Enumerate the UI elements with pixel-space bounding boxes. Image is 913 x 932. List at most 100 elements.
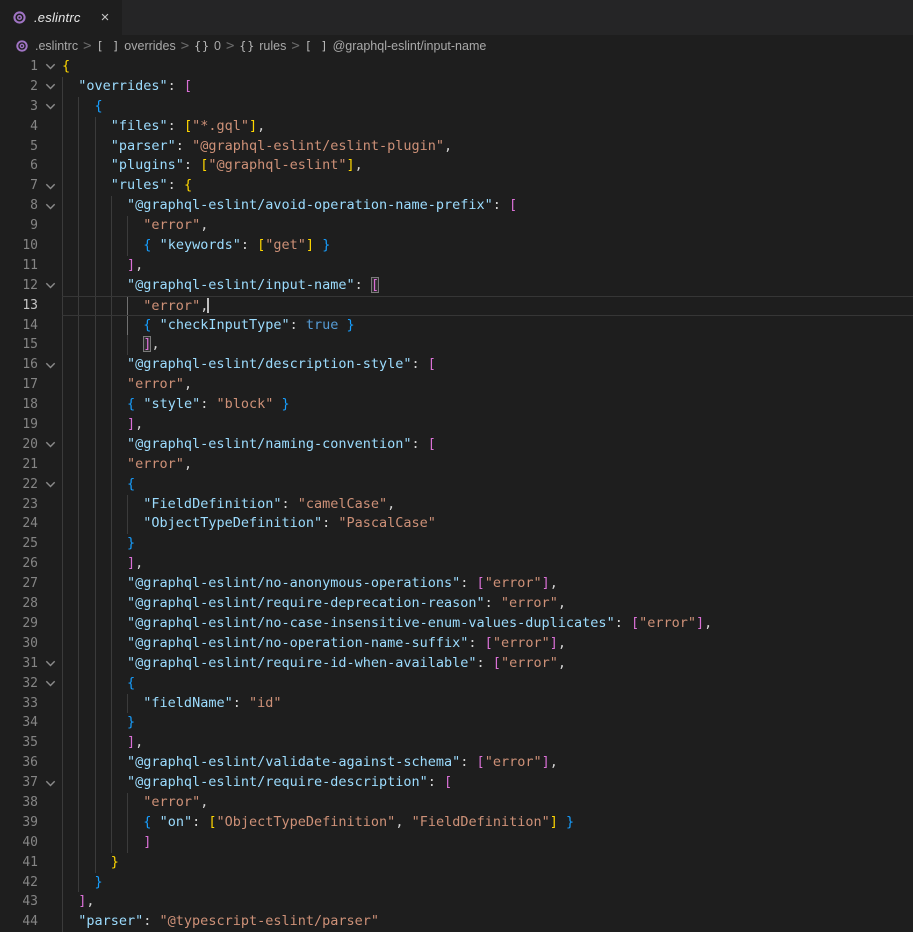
code-line[interactable]: 26], [0,554,913,574]
line-number[interactable]: 35 [0,733,38,753]
code-line[interactable]: 6"plugins": ["@graphql-eslint"], [0,156,913,176]
line-number[interactable]: 2 [0,77,38,97]
breadcrumb-item[interactable]: {}0 [194,39,221,53]
code-line[interactable]: 33"fieldName": "id" [0,694,913,714]
breadcrumb-item-file[interactable]: .eslintrc [35,39,78,53]
code-line[interactable]: 41} [0,853,913,873]
close-icon[interactable]: × [98,9,113,26]
line-number[interactable]: 33 [0,694,38,714]
code-line[interactable]: 5"parser": "@graphql-eslint/eslint-plugi… [0,137,913,157]
line-number[interactable]: 19 [0,415,38,435]
line-number[interactable]: 36 [0,753,38,773]
line-number[interactable]: 31 [0,654,38,674]
fold-chevron-icon[interactable] [38,355,62,375]
code-line[interactable]: 13"error", [0,296,913,316]
fold-chevron-icon[interactable] [38,276,62,296]
line-number[interactable]: 22 [0,475,38,495]
code-line[interactable]: 25} [0,534,913,554]
line-number[interactable]: 16 [0,355,38,375]
code-line[interactable]: 40] [0,833,913,853]
line-number[interactable]: 40 [0,833,38,853]
line-number[interactable]: 28 [0,594,38,614]
line-number[interactable]: 9 [0,216,38,236]
code-line[interactable]: 28"@graphql-eslint/require-deprecation-r… [0,594,913,614]
code-line[interactable]: 38"error", [0,793,913,813]
line-number[interactable]: 42 [0,873,38,893]
line-number[interactable]: 5 [0,137,38,157]
line-number[interactable]: 20 [0,435,38,455]
code-line[interactable]: 22{ [0,475,913,495]
line-number[interactable]: 43 [0,892,38,912]
code-line[interactable]: 15], [0,335,913,355]
fold-chevron-icon[interactable] [38,773,62,793]
code-line[interactable]: 14{ "checkInputType": true } [0,316,913,336]
line-number[interactable]: 25 [0,534,38,554]
code-line[interactable]: 18{ "style": "block" } [0,395,913,415]
code-line[interactable]: 32{ [0,674,913,694]
line-number[interactable]: 23 [0,495,38,515]
code-line[interactable]: 44"parser": "@typescript-eslint/parser" [0,912,913,932]
line-number[interactable]: 38 [0,793,38,813]
code-line[interactable]: 19], [0,415,913,435]
line-number[interactable]: 37 [0,773,38,793]
fold-chevron-icon[interactable] [38,97,62,117]
code-line[interactable]: 11], [0,256,913,276]
code-line[interactable]: 37"@graphql-eslint/require-description":… [0,773,913,793]
code-line[interactable]: 7"rules": { [0,176,913,196]
line-number[interactable]: 15 [0,335,38,355]
breadcrumb-item[interactable]: [ ]@graphql-eslint/input-name [305,39,487,53]
code-line[interactable]: 43], [0,892,913,912]
line-number[interactable]: 32 [0,674,38,694]
code-line[interactable]: 36"@graphql-eslint/validate-against-sche… [0,753,913,773]
line-number[interactable]: 29 [0,614,38,634]
breadcrumb-item[interactable]: {}rules [239,39,286,53]
line-number[interactable]: 11 [0,256,38,276]
code-line[interactable]: 9"error", [0,216,913,236]
line-number[interactable]: 18 [0,395,38,415]
code-line[interactable]: 16"@graphql-eslint/description-style": [ [0,355,913,375]
line-number[interactable]: 17 [0,375,38,395]
breadcrumb-item[interactable]: [ ]overrides [97,39,176,53]
line-number[interactable]: 24 [0,514,38,534]
code-editor[interactable]: 1{2"overrides": [3{4"files": ["*.gql"],5… [0,57,913,932]
line-number[interactable]: 44 [0,912,38,932]
code-line[interactable]: 2"overrides": [ [0,77,913,97]
fold-chevron-icon[interactable] [38,674,62,694]
line-number[interactable]: 13 [0,296,38,316]
code-line[interactable]: 42} [0,873,913,893]
line-number[interactable]: 1 [0,57,38,77]
tab-eslintrc[interactable]: .eslintrc × [0,0,122,35]
code-line[interactable]: 17"error", [0,375,913,395]
fold-chevron-icon[interactable] [38,176,62,196]
code-line[interactable]: 31"@graphql-eslint/require-id-when-avail… [0,654,913,674]
code-line[interactable]: 21"error", [0,455,913,475]
code-line[interactable]: 1{ [0,57,913,77]
line-number[interactable]: 30 [0,634,38,654]
line-number[interactable]: 27 [0,574,38,594]
code-line[interactable]: 4"files": ["*.gql"], [0,117,913,137]
code-line[interactable]: 39{ "on": ["ObjectTypeDefinition", "Fiel… [0,813,913,833]
code-line[interactable]: 23"FieldDefinition": "camelCase", [0,495,913,515]
code-line[interactable]: 27"@graphql-eslint/no-anonymous-operatio… [0,574,913,594]
line-number[interactable]: 21 [0,455,38,475]
line-number[interactable]: 4 [0,117,38,137]
code-line[interactable]: 29"@graphql-eslint/no-case-insensitive-e… [0,614,913,634]
line-number[interactable]: 10 [0,236,38,256]
code-line[interactable]: 3{ [0,97,913,117]
code-line[interactable]: 12"@graphql-eslint/input-name": [ [0,276,913,296]
fold-chevron-icon[interactable] [38,654,62,674]
line-number[interactable]: 39 [0,813,38,833]
code-line[interactable]: 24"ObjectTypeDefinition": "PascalCase" [0,514,913,534]
line-number[interactable]: 14 [0,316,38,336]
fold-chevron-icon[interactable] [38,196,62,216]
line-number[interactable]: 26 [0,554,38,574]
code-line[interactable]: 8"@graphql-eslint/avoid-operation-name-p… [0,196,913,216]
line-number[interactable]: 7 [0,176,38,196]
line-number[interactable]: 12 [0,276,38,296]
line-number[interactable]: 34 [0,713,38,733]
code-line[interactable]: 35], [0,733,913,753]
code-line[interactable]: 34} [0,713,913,733]
code-line[interactable]: 20"@graphql-eslint/naming-convention": [ [0,435,913,455]
fold-chevron-icon[interactable] [38,435,62,455]
line-number[interactable]: 3 [0,97,38,117]
